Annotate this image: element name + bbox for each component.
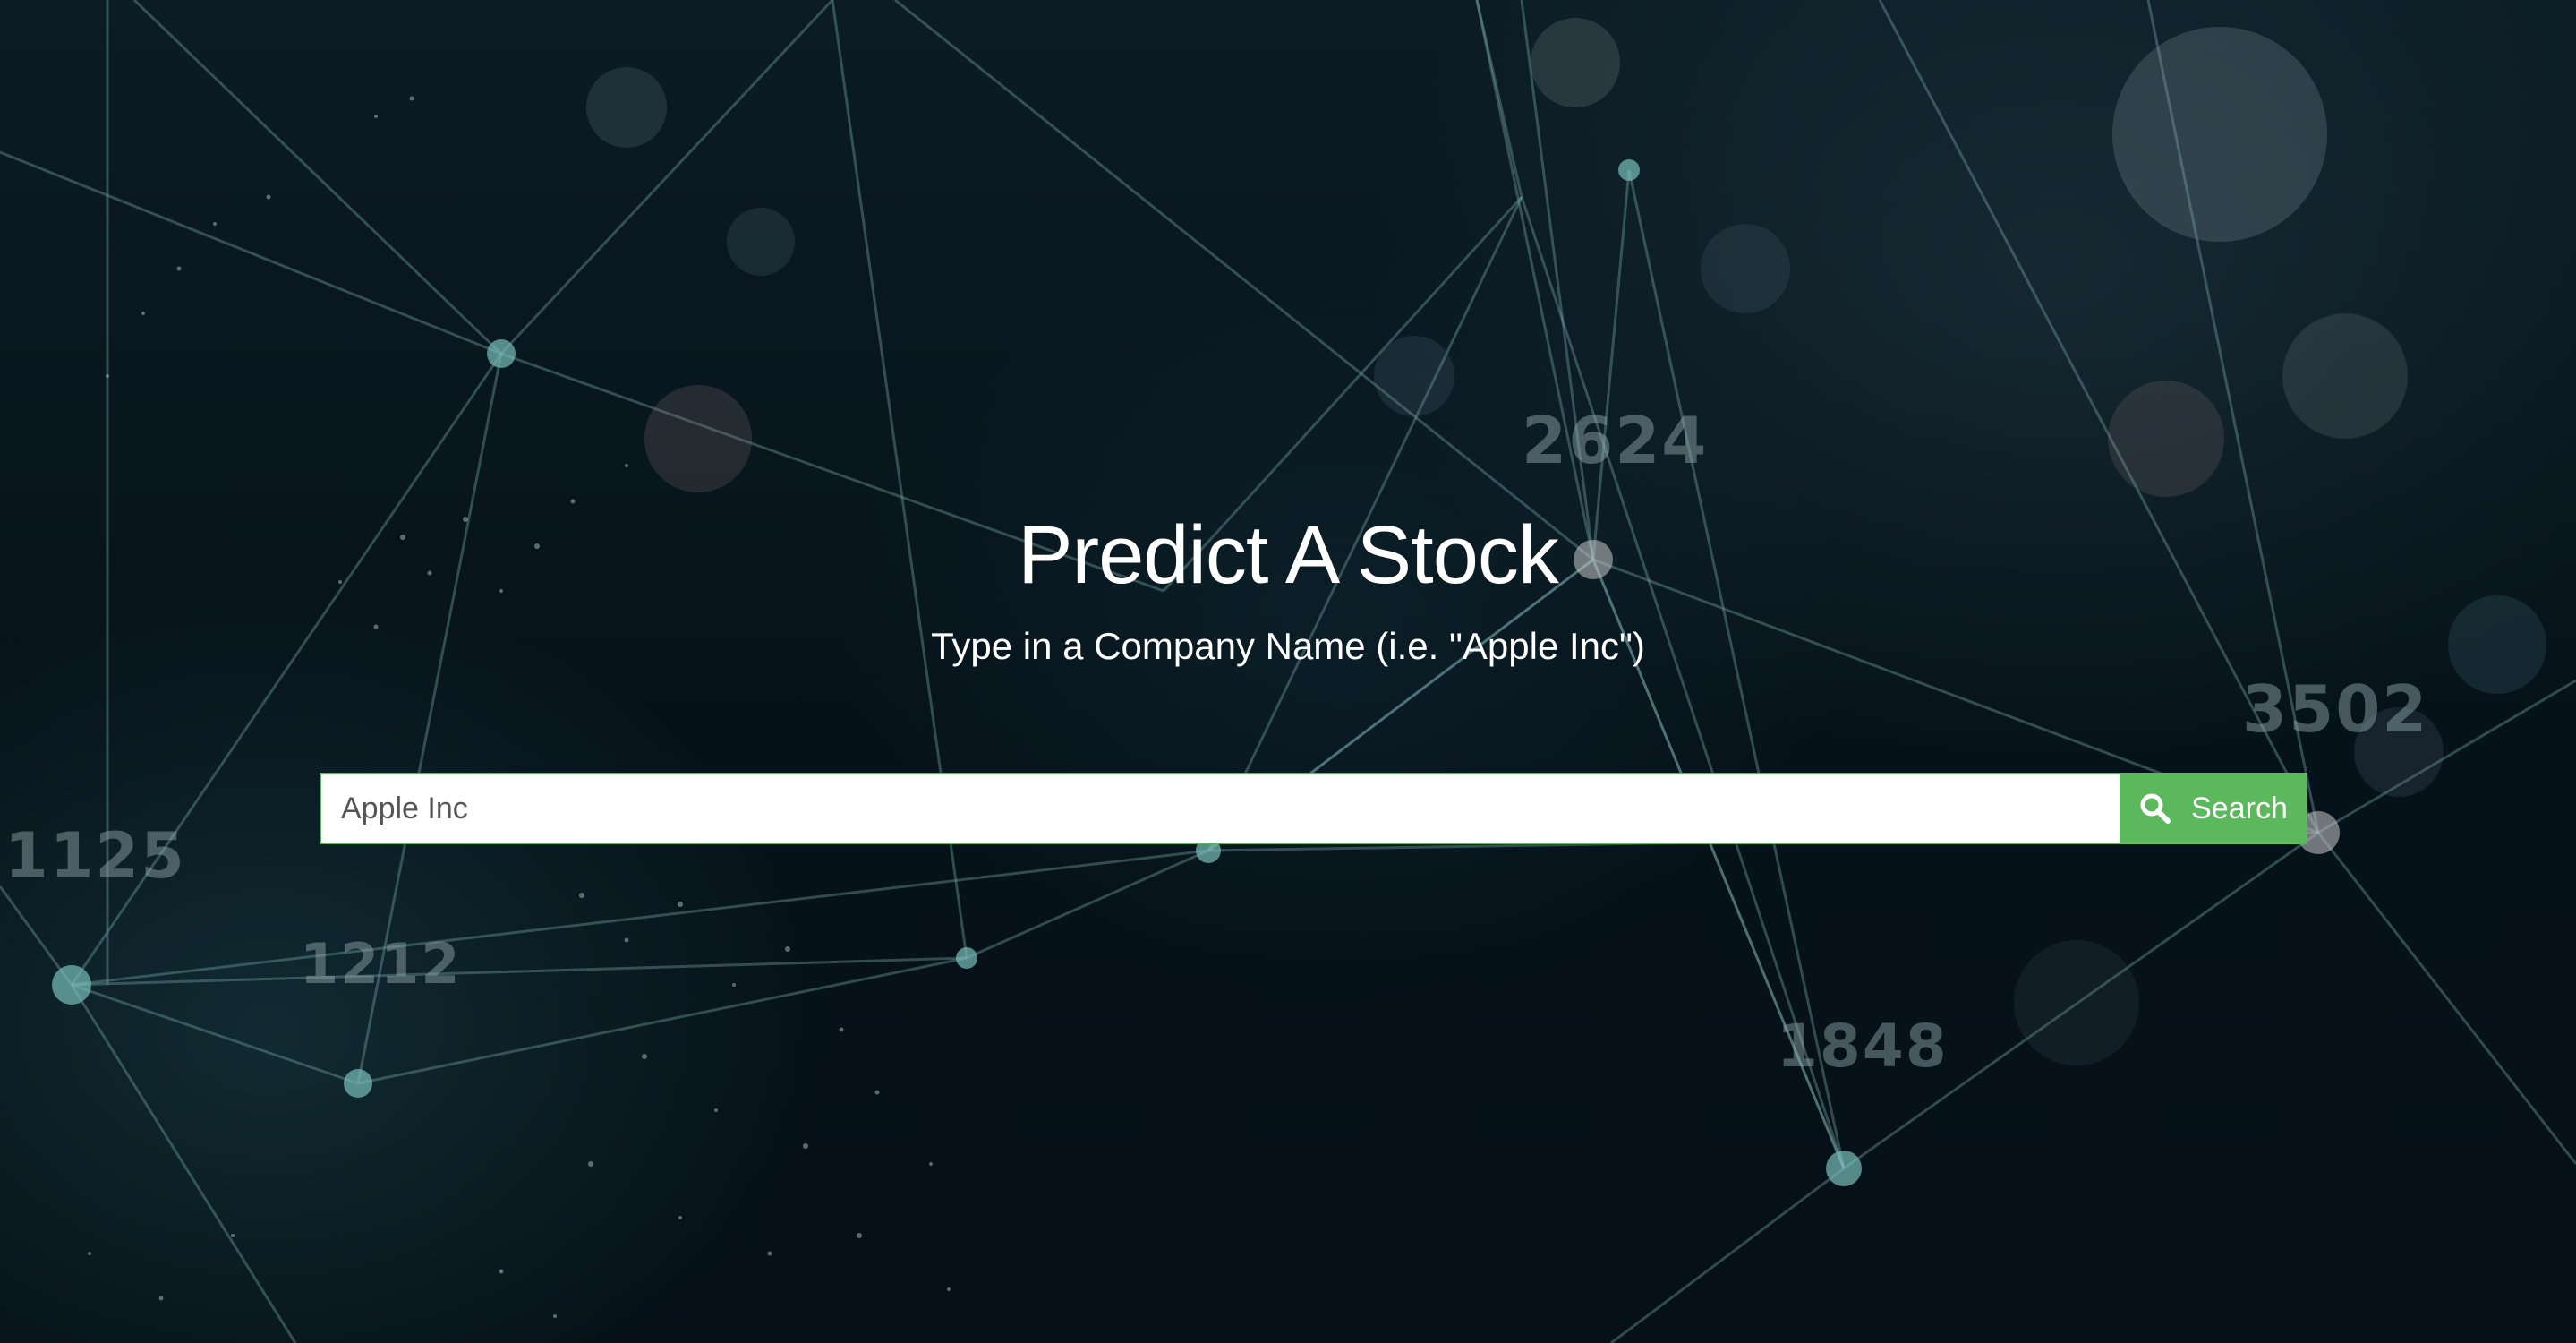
hero-section: Predict A Stock Type in a Company Name (… [0,501,2576,673]
background-number: 2624 [1522,403,1709,478]
background-number: 1848 [1777,1012,1949,1081]
search-bar: Search [320,773,2307,844]
background-number: 1212 [300,931,462,997]
page-background: 2624 3502 1125 1212 1848 Predict A Stock… [0,0,2576,1343]
search-button[interactable]: Search [2120,773,2307,844]
company-search-input[interactable] [320,773,2120,844]
background-number: 1125 [4,819,186,893]
search-button-label: Search [2191,791,2288,825]
page-title: Predict A Stock [1018,509,1559,601]
background-number: 3502 [2242,672,2429,747]
search-icon [2139,792,2171,825]
page-subtitle: Type in a Company Name (i.e. "Apple Inc"… [931,625,1645,667]
